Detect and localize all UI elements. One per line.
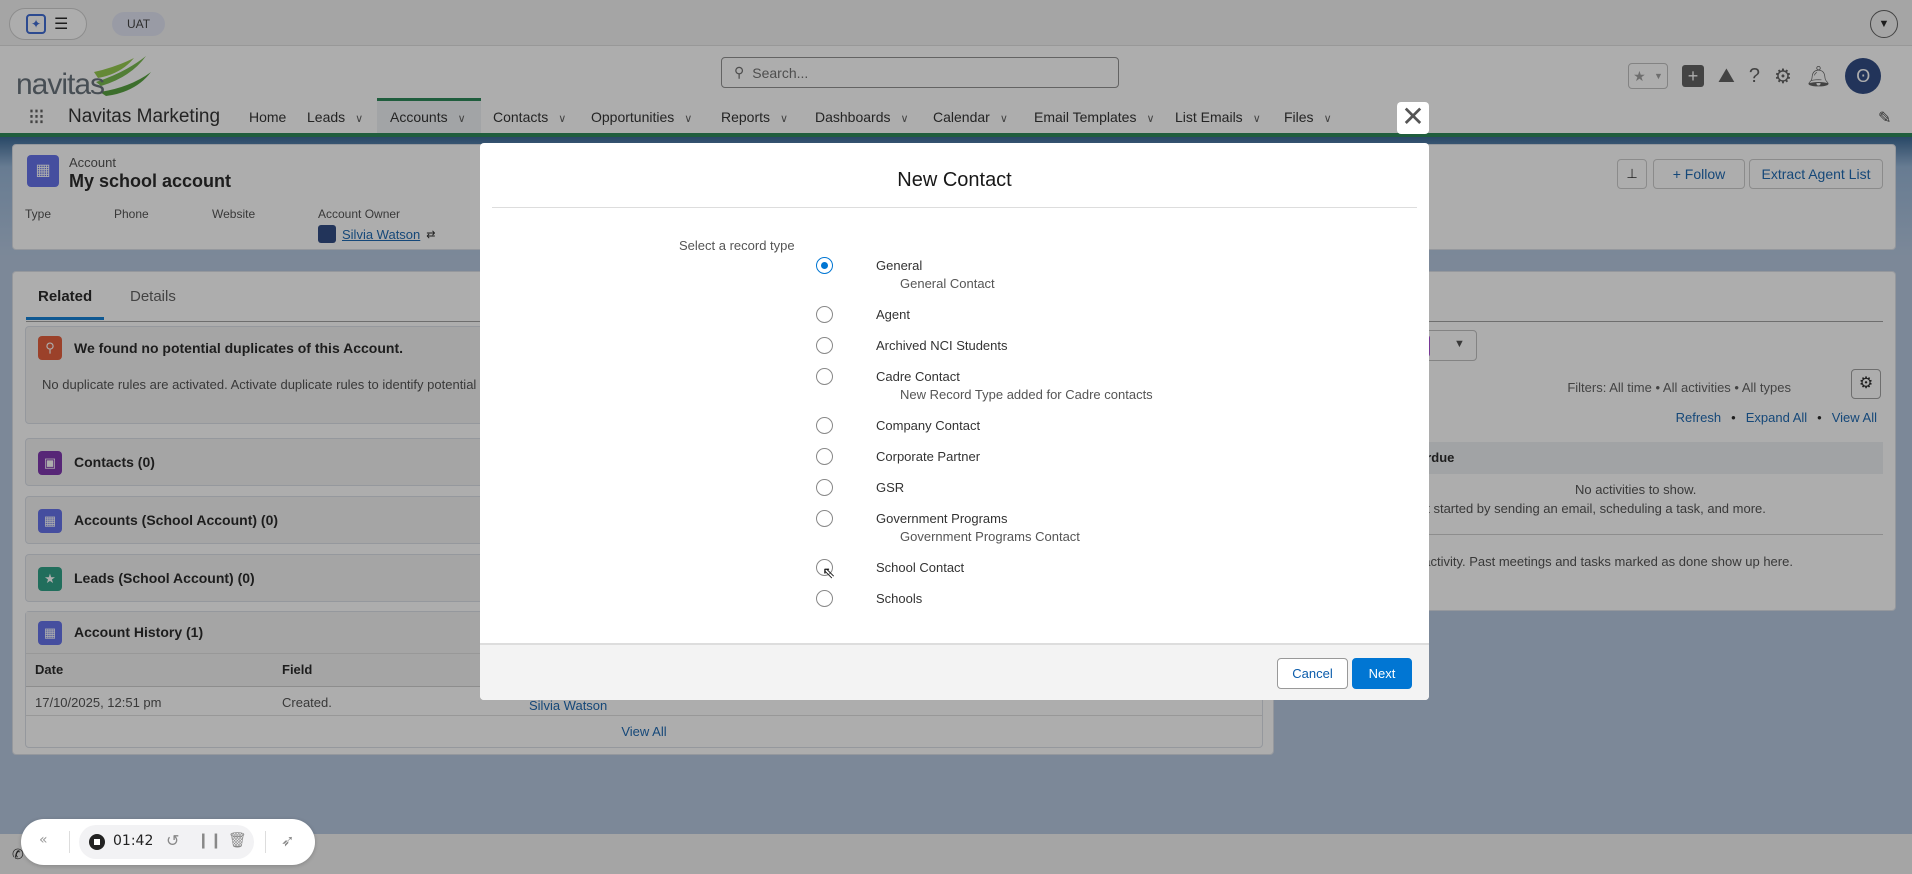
option-label: Archived NCI Students: [876, 338, 1008, 353]
option-label: Cadre Contact: [876, 369, 960, 384]
collapse-icon[interactable]: «: [39, 832, 48, 848]
option-label: GSR: [876, 480, 905, 495]
record-type-label: Select a record type: [679, 238, 795, 253]
divider: [69, 831, 70, 853]
pause-icon[interactable]: ❙❙: [197, 831, 222, 849]
option-label: Company Contact: [876, 418, 981, 433]
cancel-button[interactable]: Cancel: [1277, 658, 1348, 689]
option-label: Schools: [876, 591, 923, 606]
option-label: School Contact: [876, 560, 965, 575]
stop-recording-icon[interactable]: [89, 834, 105, 850]
option-label: Corporate Partner: [876, 449, 981, 464]
radio-button[interactable]: [816, 479, 833, 496]
modal-header-divider: [492, 207, 1417, 208]
radio-button[interactable]: [816, 306, 833, 323]
option-description: Government Programs Contact: [900, 529, 1080, 544]
new-contact-modal: New Contact Select a record type General…: [480, 143, 1429, 700]
radio-button-selected[interactable]: [816, 257, 833, 274]
next-button[interactable]: Next: [1352, 658, 1412, 689]
close-modal-button[interactable]: ✕: [1397, 102, 1429, 134]
option-label: Government Programs: [876, 511, 1008, 526]
option-label: Agent: [876, 307, 910, 322]
recording-timer: 01:42: [113, 833, 154, 849]
recorder-toolbar: « 01:42 ↺ ❙❙ 🗑︎ ➶: [21, 819, 315, 865]
divider: [265, 831, 266, 853]
restart-icon[interactable]: ↺: [166, 831, 179, 850]
pointer-icon[interactable]: ➶: [281, 831, 294, 850]
radio-button[interactable]: [816, 337, 833, 354]
modal-title: New Contact: [897, 169, 1012, 191]
radio-button[interactable]: [816, 590, 833, 607]
radio-button[interactable]: [816, 448, 833, 465]
trash-icon[interactable]: 🗑︎: [228, 831, 247, 849]
option-description: New Record Type added for Cadre contacts: [900, 387, 1153, 402]
radio-button[interactable]: [816, 510, 833, 527]
radio-button[interactable]: [816, 368, 833, 385]
close-icon: ✕: [1401, 101, 1425, 132]
modal-footer: Cancel Next: [480, 643, 1429, 700]
mouse-cursor-icon: ⇖: [822, 565, 836, 582]
radio-button[interactable]: [816, 417, 833, 434]
option-label: General: [876, 258, 923, 273]
option-description: General Contact: [900, 276, 995, 291]
